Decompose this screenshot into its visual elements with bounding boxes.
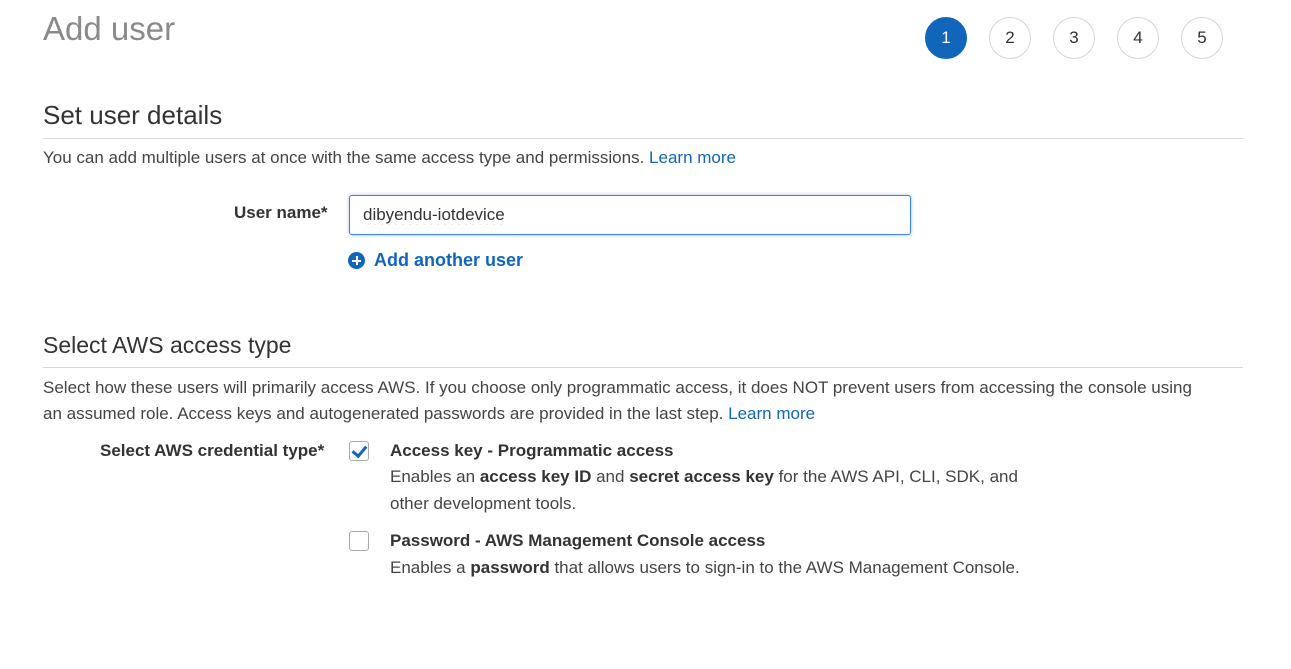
access-key-option-title[interactable]: Access key - Programmatic access [390,441,674,461]
desc-text: and [596,467,625,486]
access-key-checkbox[interactable] [349,441,369,461]
user-name-label: User name* [234,203,328,222]
checkmark-icon [351,441,368,459]
access-type-description: Select how these users will primarily ac… [43,375,1192,427]
section-divider [43,138,1243,139]
access-type-description-line2: an assumed role. Access keys and autogen… [43,401,1192,427]
user-name-input[interactable] [349,195,911,235]
add-another-user-label: Add another user [374,250,524,270]
step-2[interactable]: 2 [989,17,1031,59]
learn-more-link-access-type[interactable]: Learn more [728,404,815,423]
step-3[interactable]: 3 [1053,17,1095,59]
access-key-option-description: Enables an access key ID and secret acce… [390,463,1018,517]
user-details-description-text: You can add multiple users at once with … [43,148,645,167]
add-another-user-button[interactable]: Add another user [348,250,523,271]
desc-text: that allows users to sign-in to the AWS … [554,558,1020,577]
access-type-description-line1: Select how these users will primarily ac… [43,378,1192,397]
desc-bold: password [470,558,550,577]
password-option-description: Enables a password that allows users to … [390,554,1020,581]
learn-more-link-user-details[interactable]: Learn more [649,148,736,167]
desc-text: Enables an [390,467,476,486]
access-type-heading: Select AWS access type [43,332,292,358]
desc-text: other development tools. [390,494,577,513]
desc-bold: access key ID [479,467,592,486]
credential-type-label: Select AWS credential type* [100,441,325,460]
wizard-steps: 1 2 3 4 5 [925,17,1223,59]
plus-circle-icon [348,252,365,269]
desc-text: for the AWS API, CLI, SDK, and [778,467,1018,486]
password-option-title[interactable]: Password - AWS Management Console access [390,531,765,551]
access-type-description-line2-text: an assumed role. Access keys and autogen… [43,404,724,423]
set-user-details-heading: Set user details [43,100,223,130]
page-title: Add user [43,10,176,47]
password-checkbox[interactable] [349,531,369,551]
step-5[interactable]: 5 [1181,17,1223,59]
section-divider [43,367,1243,368]
desc-text: Enables a [390,558,466,577]
step-4[interactable]: 4 [1117,17,1159,59]
step-1[interactable]: 1 [925,17,967,59]
user-details-description: You can add multiple users at once with … [43,145,736,171]
desc-bold: secret access key [629,467,774,486]
